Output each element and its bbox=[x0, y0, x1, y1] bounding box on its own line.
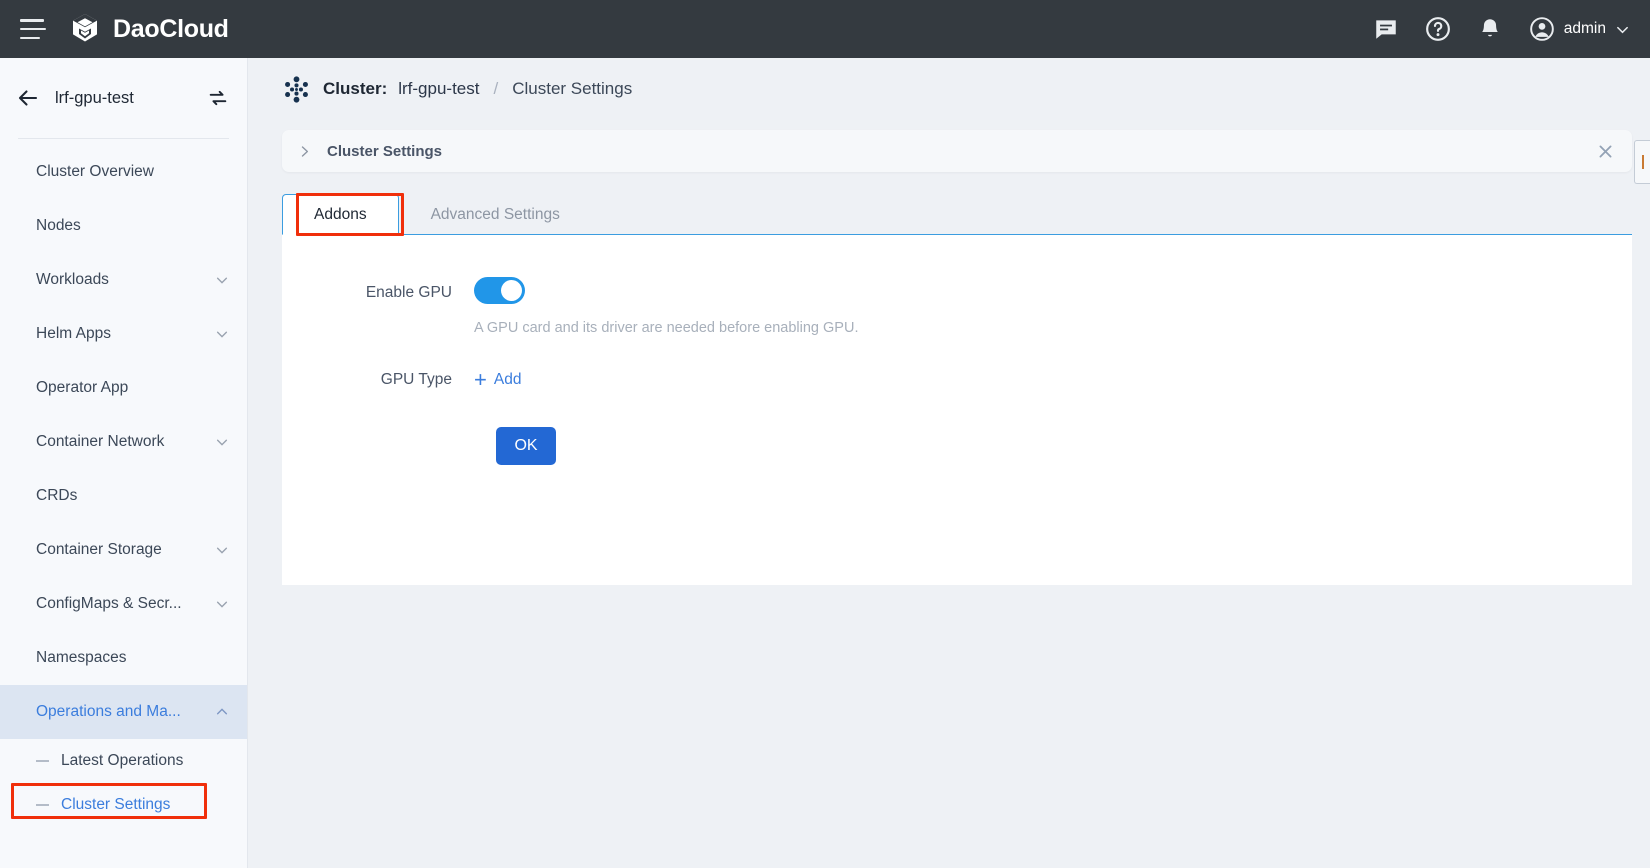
tab-addons[interactable]: Addons bbox=[282, 194, 399, 235]
chevron-down-icon bbox=[215, 597, 229, 611]
brand[interactable]: DaoCloud bbox=[68, 12, 229, 46]
sidebar-item-helm-apps[interactable]: Helm Apps bbox=[0, 307, 247, 361]
chevron-down-icon bbox=[215, 327, 229, 341]
sidebar-item-configmaps-secrets[interactable]: ConfigMaps & Secr... bbox=[0, 577, 247, 631]
sidebar-item-cluster-overview[interactable]: Cluster Overview bbox=[0, 145, 247, 199]
user-name: admin bbox=[1564, 20, 1606, 38]
sidebar-item-label: Operations and Ma... bbox=[36, 703, 181, 721]
chevron-down-icon bbox=[215, 435, 229, 449]
ok-button[interactable]: OK bbox=[496, 427, 556, 465]
sidebar-item-container-storage[interactable]: Container Storage bbox=[0, 523, 247, 577]
tab-underline bbox=[282, 234, 1632, 235]
sidebar-item-namespaces[interactable]: Namespaces bbox=[0, 631, 247, 685]
sidebar-subitem-label: Latest Operations bbox=[61, 752, 183, 770]
breadcrumb-cluster-link[interactable]: lrf-gpu-test bbox=[398, 79, 479, 99]
tab-label: Addons bbox=[314, 206, 367, 224]
gpu-type-row: GPU Type + Add bbox=[282, 364, 1632, 396]
close-icon[interactable] bbox=[1597, 143, 1614, 160]
cluster-settings-collapse-bar[interactable]: Cluster Settings bbox=[282, 130, 1632, 172]
enable-gpu-control: A GPU card and its driver are needed bef… bbox=[474, 277, 1632, 336]
main-content: Cluster: lrf-gpu-test / Cluster Settings… bbox=[248, 58, 1650, 868]
gpu-type-control: + Add bbox=[474, 364, 1632, 396]
chat-icon[interactable] bbox=[1373, 16, 1399, 42]
plus-icon: + bbox=[474, 369, 487, 391]
brand-name: DaoCloud bbox=[113, 15, 229, 44]
add-label: Add bbox=[494, 364, 522, 396]
breadcrumb-current: Cluster Settings bbox=[512, 79, 632, 99]
sidebar-item-label: Nodes bbox=[36, 217, 81, 235]
chevron-down-icon bbox=[215, 273, 229, 287]
top-bar: DaoCloud admin bbox=[0, 0, 1650, 58]
sidebar-item-workloads[interactable]: Workloads bbox=[0, 253, 247, 307]
sidebar-item-operations-and-maintenance[interactable]: Operations and Ma... bbox=[0, 685, 247, 739]
daocloud-logo-icon bbox=[68, 12, 102, 46]
right-edge-drawer-handle[interactable] bbox=[1634, 140, 1650, 184]
sidebar-subnav: Latest Operations Cluster Settings bbox=[0, 739, 247, 827]
tab-bar: Addons Advanced Settings bbox=[282, 194, 1632, 235]
chevron-up-icon bbox=[215, 705, 229, 719]
sidebar-item-operator-app[interactable]: Operator App bbox=[0, 361, 247, 415]
enable-gpu-label: Enable GPU bbox=[282, 277, 474, 309]
bell-icon[interactable] bbox=[1477, 16, 1503, 42]
sidebar-item-label: Namespaces bbox=[36, 649, 126, 667]
breadcrumb-separator: / bbox=[493, 79, 498, 99]
sidebar-item-container-network[interactable]: Container Network bbox=[0, 415, 247, 469]
sidebar-item-label: Cluster Overview bbox=[36, 163, 154, 181]
dash-icon bbox=[36, 760, 49, 762]
enable-gpu-toggle[interactable] bbox=[474, 277, 525, 304]
user-menu[interactable]: admin bbox=[1529, 16, 1630, 42]
sidebar-item-cluster-settings[interactable]: Cluster Settings bbox=[0, 783, 247, 827]
hamburger-icon[interactable] bbox=[20, 19, 46, 39]
back-arrow-icon[interactable] bbox=[16, 86, 40, 110]
gpu-type-label: GPU Type bbox=[282, 364, 474, 396]
chevron-down-icon[interactable] bbox=[1615, 22, 1630, 37]
sidebar-cluster-name: lrf-gpu-test bbox=[55, 89, 134, 108]
help-icon[interactable] bbox=[1425, 16, 1451, 42]
sidebar-item-latest-operations[interactable]: Latest Operations bbox=[0, 739, 247, 783]
sidebar-item-label: Operator App bbox=[36, 379, 128, 397]
sidebar-item-label: Container Storage bbox=[36, 541, 162, 559]
cluster-dots-icon bbox=[281, 74, 312, 105]
sidebar: lrf-gpu-test Cluster Overview Nodes Work… bbox=[0, 58, 248, 868]
sidebar-item-label: CRDs bbox=[36, 487, 77, 505]
sidebar-header: lrf-gpu-test bbox=[0, 58, 247, 138]
addons-panel: Enable GPU A GPU card and its driver are… bbox=[282, 235, 1632, 585]
dash-icon bbox=[36, 804, 49, 806]
add-gpu-type-button[interactable]: + Add bbox=[474, 364, 521, 396]
sidebar-item-label: Container Network bbox=[36, 433, 164, 451]
avatar-icon bbox=[1529, 16, 1555, 42]
sidebar-item-nodes[interactable]: Nodes bbox=[0, 199, 247, 253]
tab-label: Advanced Settings bbox=[431, 206, 560, 224]
drawer-handle-bar bbox=[1642, 155, 1644, 169]
enable-gpu-hint: A GPU card and its driver are needed bef… bbox=[474, 320, 1632, 336]
topbar-actions: admin bbox=[1373, 16, 1630, 42]
sidebar-item-label: Helm Apps bbox=[36, 325, 111, 343]
sidebar-subitem-label: Cluster Settings bbox=[61, 796, 170, 814]
chevron-down-icon bbox=[215, 543, 229, 557]
sidebar-item-label: Workloads bbox=[36, 271, 109, 289]
collapse-bar-title: Cluster Settings bbox=[327, 143, 442, 160]
tab-advanced-settings[interactable]: Advanced Settings bbox=[399, 194, 592, 235]
toggle-knob bbox=[501, 280, 522, 301]
breadcrumb: Cluster: lrf-gpu-test / Cluster Settings bbox=[248, 58, 1650, 120]
breadcrumb-label: Cluster: bbox=[323, 79, 387, 99]
sidebar-item-crds[interactable]: CRDs bbox=[0, 469, 247, 523]
swap-cluster-icon[interactable] bbox=[207, 87, 229, 109]
sidebar-item-label: ConfigMaps & Secr... bbox=[36, 595, 182, 613]
enable-gpu-row: Enable GPU A GPU card and its driver are… bbox=[282, 277, 1632, 336]
chevron-right-icon[interactable] bbox=[298, 145, 311, 158]
sidebar-nav: Cluster Overview Nodes Workloads Helm Ap… bbox=[0, 139, 247, 827]
